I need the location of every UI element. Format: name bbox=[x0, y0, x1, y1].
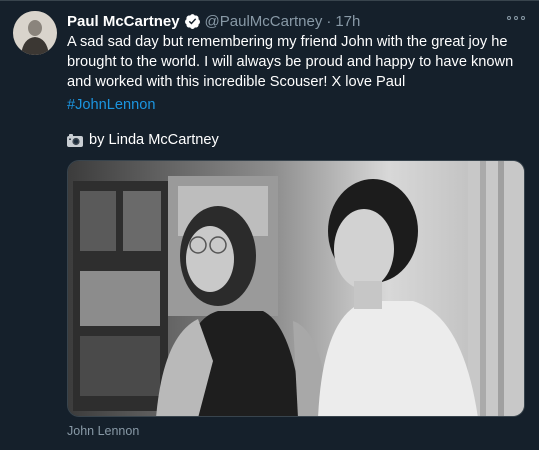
author-name[interactable]: Paul McCartney bbox=[67, 13, 180, 30]
photo-credit-text: by Linda McCartney bbox=[89, 132, 219, 148]
media-caption: John Lennon bbox=[67, 424, 140, 438]
verified-badge-icon bbox=[184, 13, 201, 30]
tweet-text: A sad sad day but remembering my friend … bbox=[67, 34, 514, 90]
author-handle[interactable]: @PaulMcCartney bbox=[205, 13, 323, 30]
separator-dot: · bbox=[326, 12, 332, 30]
hashtag-link[interactable]: #JohnLennon bbox=[67, 97, 155, 113]
avatar[interactable] bbox=[13, 11, 57, 55]
more-options-icon[interactable] bbox=[507, 12, 525, 24]
timestamp[interactable]: 17h bbox=[335, 13, 360, 30]
tweet[interactable]: Paul McCartney @PaulMcCartney · 17h A sa… bbox=[0, 0, 539, 450]
tweet-photo[interactable] bbox=[67, 160, 525, 417]
camera-icon bbox=[67, 133, 83, 147]
photo-credit: by Linda McCartney bbox=[67, 132, 219, 148]
tweet-header: Paul McCartney @PaulMcCartney · 17h bbox=[67, 11, 360, 31]
